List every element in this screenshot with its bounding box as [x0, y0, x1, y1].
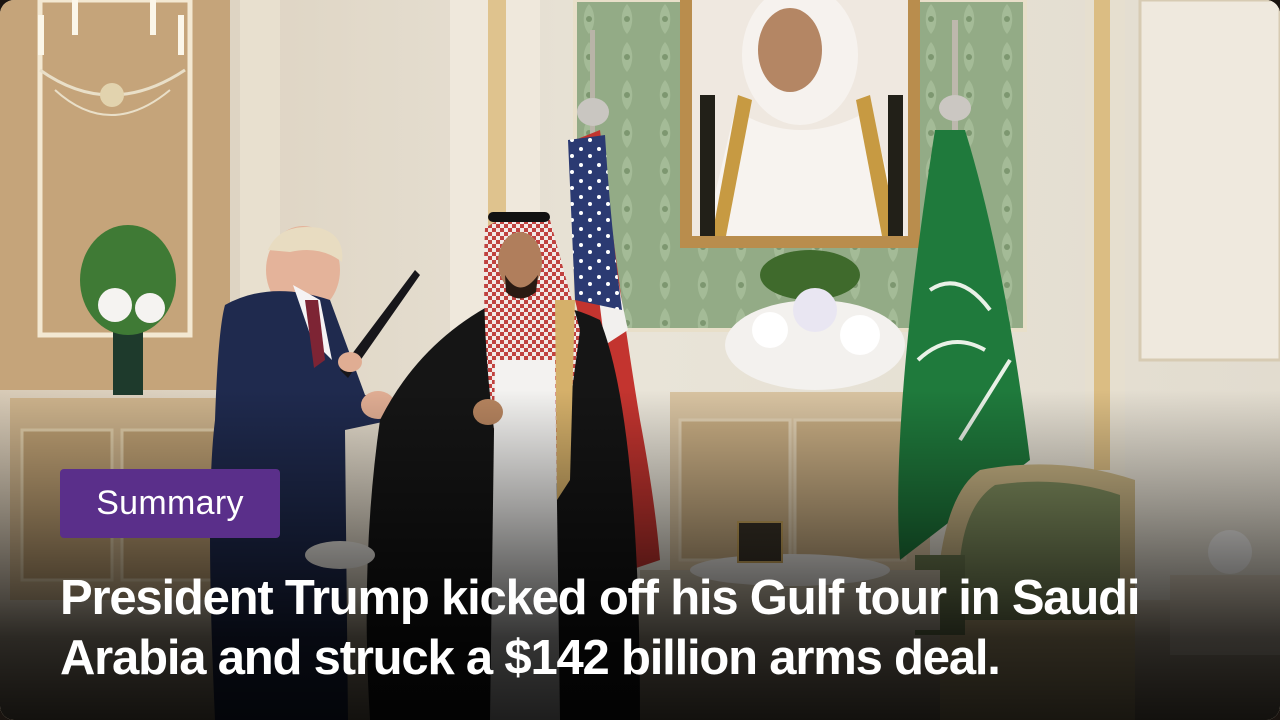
- summary-badge: Summary: [60, 469, 280, 538]
- headline-text: President Trump kicked off his Gulf tour…: [60, 571, 1140, 685]
- portrait-frame: [680, 0, 920, 248]
- summary-card: Summary President Trump kicked off his G…: [0, 0, 1280, 720]
